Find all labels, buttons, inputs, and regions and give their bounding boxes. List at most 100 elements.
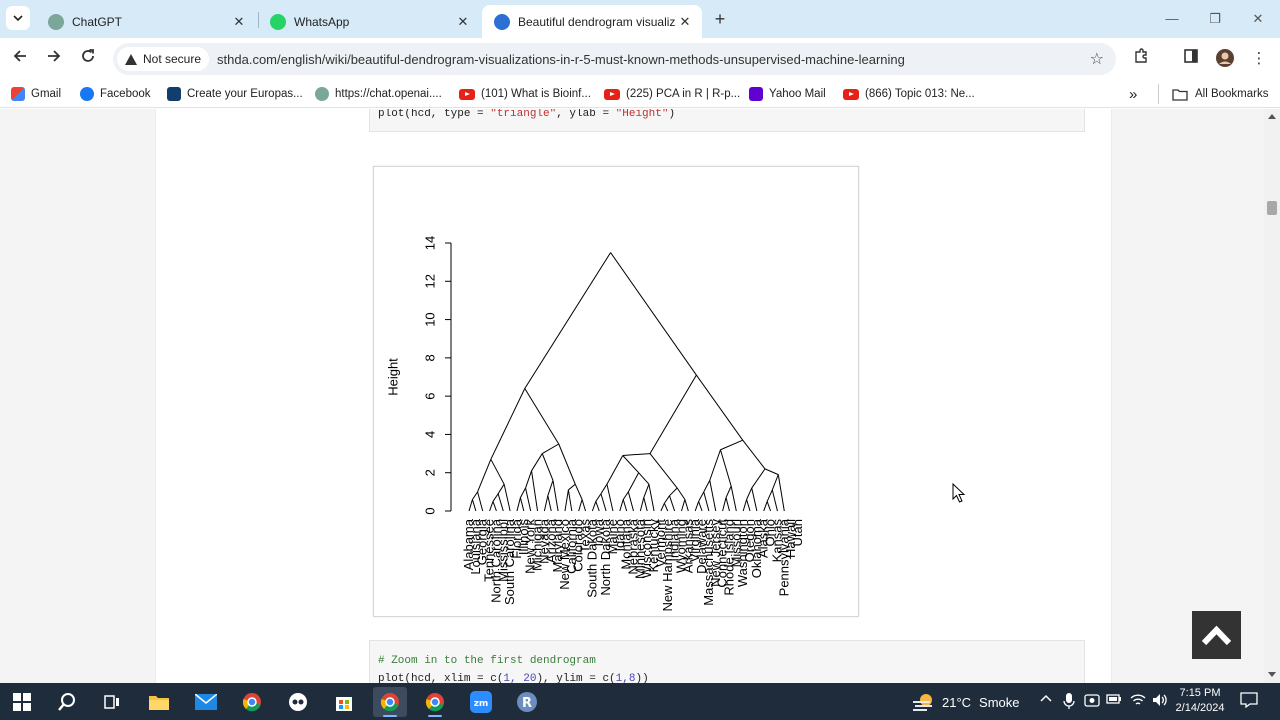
tab-label: WhatsApp [294, 14, 350, 29]
camera-icon[interactable] [1084, 693, 1100, 710]
close-icon[interactable]: ✕ [230, 14, 248, 30]
mail-icon[interactable] [189, 687, 223, 717]
file-explorer-icon[interactable] [142, 687, 176, 717]
restore-button[interactable]: ❐ [1195, 8, 1235, 30]
dendrogram-branch [698, 491, 705, 502]
new-tab-button[interactable]: + [710, 9, 730, 29]
system-clock[interactable]: 7:15 PM 2/14/2024 [1170, 686, 1230, 716]
page-scrollbar[interactable] [1264, 109, 1280, 683]
notification-icon[interactable] [1240, 692, 1258, 711]
dendrogram-branch [558, 443, 576, 485]
profile-avatar[interactable] [1214, 48, 1236, 70]
bookmark-europass[interactable]: Create your Europas... [167, 86, 303, 102]
dendrogram-branch [627, 472, 640, 493]
dendrogram-branch [542, 443, 559, 455]
forward-button[interactable] [42, 47, 66, 71]
dendrogram-branch [543, 495, 549, 512]
dendrogram-branch [525, 470, 533, 489]
bookmark-bioinf[interactable]: (101) What is Bioinf... [459, 86, 591, 102]
minimize-button[interactable]: — [1152, 8, 1192, 30]
dendrogram-branch [742, 439, 766, 470]
openai-icon [315, 87, 329, 101]
dendrogram-branch [746, 487, 753, 500]
security-chip[interactable]: Not secure [117, 47, 210, 71]
sthda-favicon-icon [494, 13, 510, 30]
svg-text:R: R [522, 696, 532, 711]
tab-search-button[interactable] [6, 6, 30, 30]
url-text[interactable]: sthda.com/english/wiki/beautiful-dendrog… [217, 52, 905, 67]
store-icon[interactable] [327, 687, 361, 717]
weather-widget[interactable]: 21°C Smoke [912, 692, 1020, 712]
search-icon[interactable] [50, 687, 84, 717]
bookmark-pca[interactable]: (225) PCA in R | R-p... [604, 86, 740, 102]
close-icon[interactable]: ✕ [454, 14, 472, 30]
tab-label: Beautiful dendrogram visualiza [518, 14, 676, 29]
bookmark-label: All Bookmarks [1195, 88, 1269, 100]
tab-dendrogram[interactable]: Beautiful dendrogram visualiza ✕ [482, 5, 702, 38]
bookmarks-overflow-button[interactable]: » [1129, 86, 1137, 103]
back-button[interactable] [8, 47, 32, 71]
side-panel-icon[interactable] [1180, 48, 1202, 70]
speaker-icon[interactable] [1152, 693, 1168, 710]
bookmark-label: Create your Europas... [187, 88, 303, 100]
y-axis-label: Height [385, 358, 400, 396]
bookmark-topic[interactable]: (866) Topic 013: Ne... [843, 86, 975, 102]
dendrogram-branch [574, 483, 583, 500]
all-bookmarks-button[interactable]: All Bookmarks [1172, 86, 1269, 102]
chrome-alt-icon[interactable] [418, 687, 452, 717]
weather-temp: 21°C [942, 694, 972, 710]
dendrogram-branch [516, 497, 521, 512]
code-number: 1,8 [615, 673, 636, 683]
microphone-icon[interactable] [1063, 693, 1075, 712]
bookmark-yahoo[interactable]: Yahoo Mail [749, 86, 826, 102]
tab-whatsapp[interactable]: WhatsApp ✕ [258, 5, 480, 38]
battery-icon[interactable] [1106, 693, 1122, 708]
dendrogram-branch [497, 483, 505, 495]
dendrogram-branch [730, 486, 737, 512]
menu-kebab-icon[interactable]: ⋮ [1248, 48, 1270, 70]
scroll-up-arrow-icon[interactable] [1268, 114, 1276, 119]
task-view-icon[interactable] [95, 687, 129, 717]
windows-start-icon[interactable] [5, 687, 39, 717]
bookmark-label: Gmail [31, 88, 62, 100]
europass-icon [167, 87, 181, 101]
close-window-button[interactable]: ✕ [1238, 8, 1278, 30]
wifi-icon[interactable] [1130, 693, 1146, 710]
dendrogram-branch [643, 484, 650, 498]
bookmark-gmail[interactable]: Gmail [11, 86, 61, 102]
tab-chatgpt[interactable]: ChatGPT ✕ [36, 5, 256, 38]
dendrogram-branch [472, 491, 478, 500]
dendrogram-branch [663, 503, 669, 512]
bookmark-star-icon[interactable]: ☆ [1090, 49, 1104, 69]
code-text: , ylab = [556, 109, 616, 120]
dendrogram-branch [648, 484, 655, 512]
dendrogram-branch [568, 483, 576, 491]
bookmark-openai[interactable]: https://chat.openai.... [315, 86, 442, 102]
scroll-to-top-button[interactable] [1192, 611, 1241, 659]
chevron-up-icon[interactable] [1040, 693, 1052, 708]
chrome-icon[interactable] [235, 687, 269, 717]
app-icon[interactable] [281, 687, 315, 717]
dendrogram-branch [709, 480, 717, 512]
dendrogram-branch [595, 501, 600, 512]
address-bar[interactable]: Not secure sthda.com/english/wiki/beauti… [113, 43, 1116, 75]
zoom-icon[interactable]: zm [464, 687, 498, 717]
dendrogram-branch [519, 487, 526, 498]
close-icon[interactable]: ✕ [676, 14, 694, 30]
bookmark-label: (101) What is Bioinf... [481, 88, 591, 100]
bookmark-facebook[interactable]: Facebook [80, 86, 151, 102]
dendrogram-branch [660, 503, 665, 512]
bookmark-label: Facebook [100, 88, 151, 100]
dendrogram-branch [524, 252, 612, 389]
bookmarks-divider [1158, 84, 1159, 104]
scrollbar-thumb[interactable] [1267, 201, 1277, 215]
chrome-active-icon[interactable] [373, 687, 407, 717]
dendrogram-branch [627, 491, 634, 512]
scroll-down-arrow-icon[interactable] [1268, 672, 1276, 677]
dendrogram-branch [622, 455, 640, 474]
reload-button[interactable] [76, 47, 100, 71]
youtube-icon [604, 88, 620, 100]
extensions-icon[interactable] [1130, 48, 1152, 70]
r-icon[interactable]: R [510, 687, 544, 717]
smoke-weather-icon [913, 694, 932, 711]
